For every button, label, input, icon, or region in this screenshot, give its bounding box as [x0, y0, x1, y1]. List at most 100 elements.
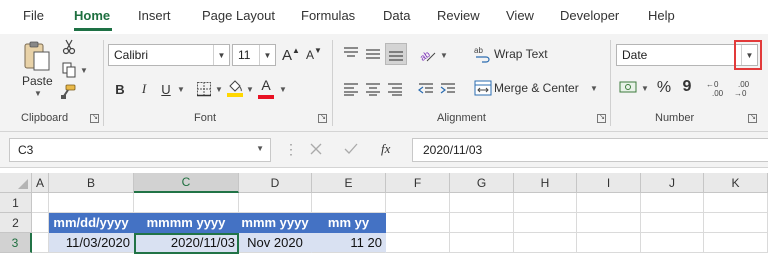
cell-h1[interactable]: [514, 193, 577, 213]
borders-icon[interactable]: [196, 81, 212, 97]
cell-f3[interactable]: [386, 233, 450, 253]
select-all-button[interactable]: [0, 173, 32, 193]
paste-label[interactable]: Paste: [22, 74, 53, 88]
align-center-icon[interactable]: [365, 82, 381, 96]
alignment-launcher-icon[interactable]: ↘: [597, 114, 606, 123]
tab-review[interactable]: Review: [437, 8, 480, 23]
formula-input[interactable]: 2020/11/03: [412, 138, 768, 162]
font-name-dropdown[interactable]: Calibri ▼: [108, 44, 230, 66]
column-header-g[interactable]: G: [450, 173, 514, 193]
cell-b1[interactable]: [49, 193, 134, 213]
cell-d1[interactable]: [239, 193, 312, 213]
copy-icon[interactable]: [62, 62, 76, 78]
insert-function-button[interactable]: fx: [381, 141, 390, 157]
decrease-indent-icon[interactable]: [418, 82, 434, 96]
cell-g3[interactable]: [450, 233, 514, 253]
increase-indent-icon[interactable]: [440, 82, 456, 96]
column-header-b[interactable]: B: [49, 173, 134, 193]
italic-button[interactable]: I: [136, 79, 152, 99]
tab-developer[interactable]: Developer: [560, 8, 619, 23]
copy-dropdown-icon[interactable]: ▼: [80, 66, 88, 75]
column-header-j[interactable]: J: [641, 173, 704, 193]
increase-decimal-icon[interactable]: ←0 .00: [706, 79, 728, 97]
cell-d2[interactable]: mmm yyyy: [239, 213, 312, 233]
align-bottom-button[interactable]: [385, 43, 407, 65]
tab-insert[interactable]: Insert: [138, 8, 171, 23]
cell-g2[interactable]: [450, 213, 514, 233]
underline-dropdown-icon[interactable]: ▼: [177, 85, 185, 94]
row-header-2[interactable]: 2: [0, 213, 32, 233]
cell-f1[interactable]: [386, 193, 450, 213]
wrap-text-label[interactable]: Wrap Text: [494, 47, 548, 61]
bold-button[interactable]: B: [112, 79, 128, 99]
tab-file[interactable]: File: [23, 8, 44, 23]
cancel-icon[interactable]: [310, 143, 322, 155]
cell-a2[interactable]: [32, 213, 49, 233]
comma-style-button[interactable]: 9: [680, 77, 694, 97]
align-middle-icon[interactable]: [365, 47, 381, 61]
cell-b3[interactable]: 11/03/2020: [49, 233, 134, 253]
paste-dropdown-icon[interactable]: ▼: [34, 89, 42, 98]
cell-e2[interactable]: mm yy: [312, 213, 386, 233]
font-color-dropdown-icon[interactable]: ▼: [279, 85, 287, 94]
font-launcher-icon[interactable]: ↘: [318, 114, 327, 123]
wrap-text-icon[interactable]: ab: [474, 45, 492, 63]
cell-k2[interactable]: [704, 213, 768, 233]
tab-formulas[interactable]: Formulas: [301, 8, 355, 23]
cell-f2[interactable]: [386, 213, 450, 233]
enter-icon[interactable]: [344, 143, 358, 155]
decrease-decimal-icon[interactable]: .00 →0: [734, 79, 756, 97]
fill-color-dropdown-icon[interactable]: ▼: [246, 85, 254, 94]
cell-i1[interactable]: [577, 193, 641, 213]
cell-d3[interactable]: Nov 2020: [239, 233, 312, 253]
clipboard-launcher-icon[interactable]: ↘: [90, 114, 99, 123]
cell-k3[interactable]: [704, 233, 768, 253]
cell-e3[interactable]: 11 20: [312, 233, 386, 253]
row-header-3[interactable]: 3: [0, 233, 32, 253]
format-painter-icon[interactable]: [60, 84, 76, 100]
merge-center-label[interactable]: Merge & Center: [494, 81, 579, 95]
cell-a3[interactable]: [32, 233, 49, 253]
align-top-icon[interactable]: [343, 47, 359, 61]
cell-b2[interactable]: mm/dd/yyyy: [49, 213, 134, 233]
tab-help[interactable]: Help: [648, 8, 675, 23]
cell-c1[interactable]: [134, 193, 239, 213]
cell-h2[interactable]: [514, 213, 577, 233]
column-header-i[interactable]: I: [577, 173, 641, 193]
borders-dropdown-icon[interactable]: ▼: [215, 85, 223, 94]
column-header-c[interactable]: C: [134, 173, 239, 193]
align-left-icon[interactable]: [343, 82, 359, 96]
cell-a1[interactable]: [32, 193, 49, 213]
percent-style-button[interactable]: %: [655, 78, 673, 98]
accounting-dropdown-icon[interactable]: ▼: [641, 84, 649, 93]
cell-e1[interactable]: [312, 193, 386, 213]
tab-data[interactable]: Data: [383, 8, 410, 23]
cell-j1[interactable]: [641, 193, 704, 213]
align-right-icon[interactable]: [387, 82, 403, 96]
merge-center-icon[interactable]: [474, 80, 492, 96]
orientation-dropdown-icon[interactable]: ▼: [440, 51, 448, 60]
cell-k1[interactable]: [704, 193, 768, 213]
cell-j3[interactable]: [641, 233, 704, 253]
underline-button[interactable]: U: [158, 79, 174, 99]
decrease-font-size-button[interactable]: A ▼: [304, 44, 324, 66]
cell-j2[interactable]: [641, 213, 704, 233]
chevron-down-icon[interactable]: ▼: [256, 144, 264, 153]
row-header-1[interactable]: 1: [0, 193, 32, 213]
column-header-f[interactable]: F: [386, 173, 450, 193]
cell-h3[interactable]: [514, 233, 577, 253]
cell-i2[interactable]: [577, 213, 641, 233]
increase-font-size-button[interactable]: A ▲: [281, 44, 301, 66]
column-header-h[interactable]: H: [514, 173, 577, 193]
number-launcher-icon[interactable]: ↘: [748, 114, 757, 123]
cell-i3[interactable]: [577, 233, 641, 253]
tab-page-layout[interactable]: Page Layout: [202, 8, 275, 23]
paste-icon[interactable]: [22, 40, 52, 72]
font-size-dropdown[interactable]: 11 ▼: [232, 44, 276, 66]
chevron-down-icon[interactable]: ▼: [259, 45, 275, 65]
name-box[interactable]: C3 ▼: [9, 138, 271, 162]
fill-color-icon[interactable]: [226, 78, 244, 98]
cell-g1[interactable]: [450, 193, 514, 213]
accounting-format-icon[interactable]: [619, 80, 637, 94]
tab-home[interactable]: Home: [74, 8, 110, 23]
